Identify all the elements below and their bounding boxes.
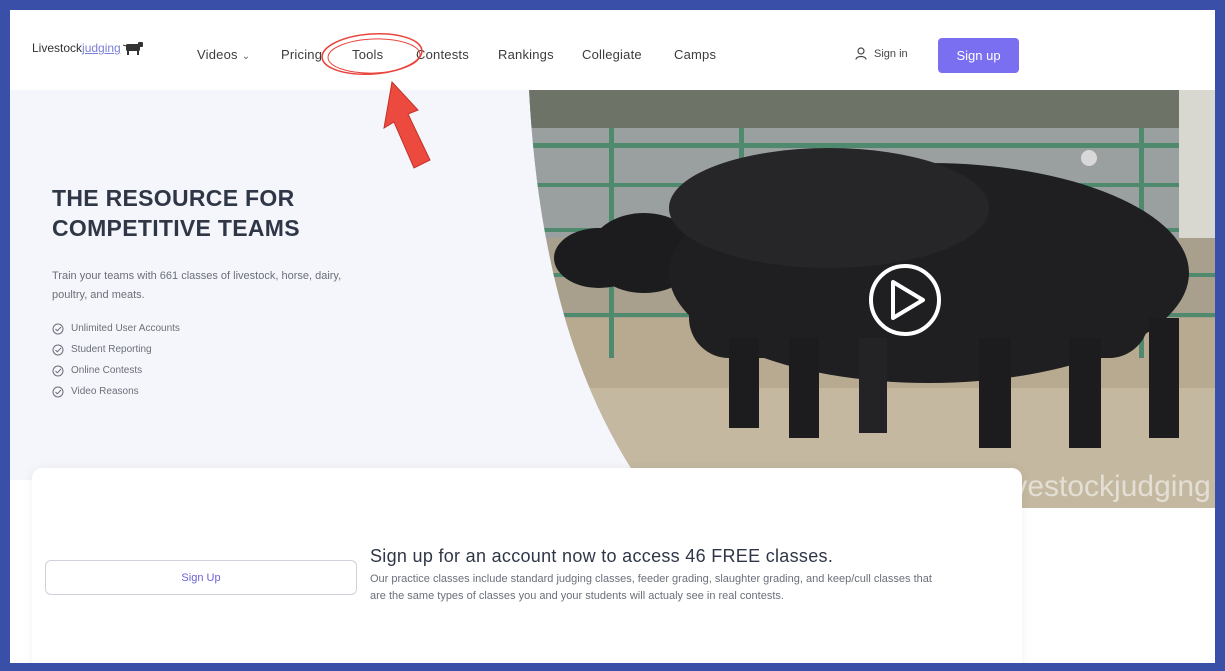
check-circle-icon: [52, 386, 64, 397]
feature-label: Video Reasons: [71, 386, 139, 397]
nav-videos[interactable]: Videos ⌄: [197, 47, 250, 62]
signup-button[interactable]: Sign up: [938, 38, 1019, 73]
hero-subtitle: Train your teams with 661 classes of liv…: [52, 270, 342, 301]
feature-item: Video Reasons: [52, 381, 180, 402]
logo-text-judging: judging: [82, 41, 121, 55]
signin-link[interactable]: Sign in: [855, 47, 908, 60]
nav-contests[interactable]: Contests: [416, 47, 469, 62]
cta-signup-button[interactable]: Sign Up: [45, 560, 357, 595]
cta-description: Our practice classes include standard ju…: [370, 573, 932, 602]
cta-title: Sign up for an account now to access 46 …: [370, 546, 834, 566]
signup-cta-card: Sign Up Sign up for an account now to ac…: [32, 468, 1022, 663]
user-icon: [855, 47, 867, 60]
site-logo[interactable]: Livestock judging: [32, 41, 145, 55]
chevron-down-icon: ⌄: [241, 51, 251, 62]
logo-text-livestock: Livestock: [32, 41, 83, 55]
check-circle-icon: [52, 323, 64, 334]
hero-video[interactable]: livestockjudging: [529, 88, 1215, 508]
feature-item: Online Contests: [52, 360, 180, 381]
cow-icon: [122, 42, 143, 55]
feature-list: Unlimited User Accounts Student Reportin…: [52, 318, 180, 402]
video-watermark: livestockjudging: [999, 470, 1211, 503]
nav-collegiate[interactable]: Collegiate: [582, 47, 642, 62]
feature-label: Unlimited User Accounts: [71, 323, 180, 334]
feature-item: Student Reporting: [52, 339, 180, 360]
nav-rankings[interactable]: Rankings: [498, 47, 554, 62]
feature-label: Online Contests: [71, 365, 143, 376]
hero-title: THE RESOURCE FOR COMPETITIVE TEAMS: [52, 185, 300, 241]
feature-item: Unlimited User Accounts: [52, 318, 180, 339]
signin-label: Sign in: [874, 47, 908, 60]
top-navigation: Livestock judging Videos ⌄ Pricing Tools C…: [10, 10, 1215, 90]
nav-pricing[interactable]: Pricing: [281, 47, 322, 62]
check-circle-icon: [52, 344, 64, 355]
check-circle-icon: [52, 365, 64, 376]
nav-camps[interactable]: Camps: [674, 47, 716, 62]
feature-label: Student Reporting: [71, 344, 152, 355]
browser-viewport: Livestock judging Videos ⌄ Pricing Tools C…: [10, 10, 1215, 663]
nav-videos-label: Videos: [197, 47, 238, 62]
nav-tools[interactable]: Tools: [352, 47, 383, 62]
